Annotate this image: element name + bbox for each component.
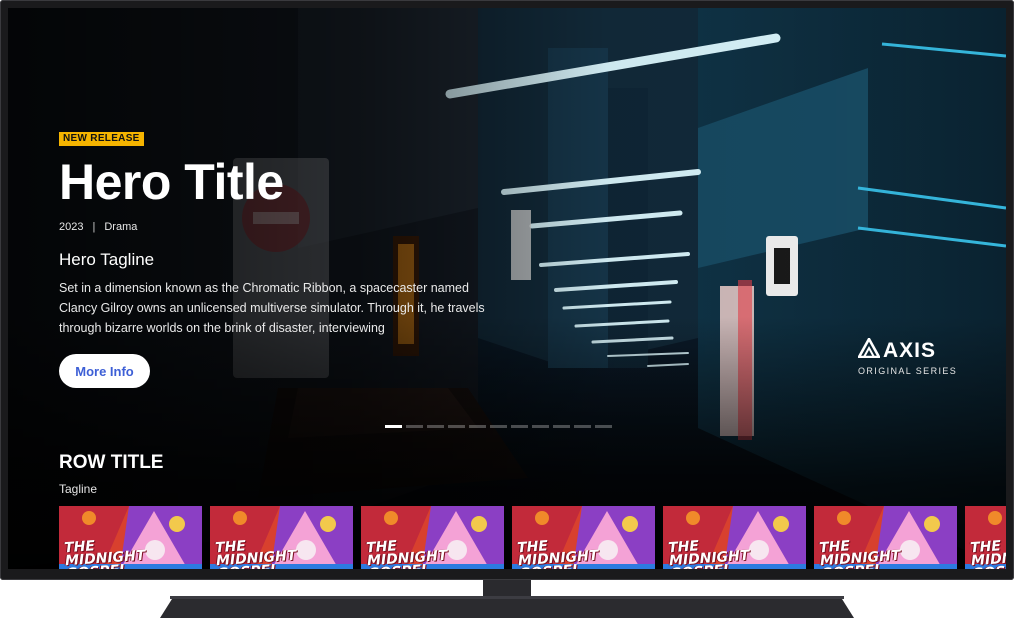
tile-title: The Midnight Gospel xyxy=(818,538,901,569)
axis-logo-icon xyxy=(857,337,881,363)
tv-stand-neck xyxy=(483,580,531,596)
tv-stand-base xyxy=(160,596,854,618)
pager-dot[interactable] xyxy=(490,425,507,428)
hero-genre: Drama xyxy=(104,221,138,233)
content-tile[interactable]: The Midnight Gospel xyxy=(512,506,655,569)
brand-name: AXIS xyxy=(883,338,937,362)
tile-title: The Midnight Gospel xyxy=(214,538,297,569)
row-title: ROW TITLE xyxy=(59,452,164,473)
hero-section: NEW RELEASE Hero Title 2023 | Drama Hero… xyxy=(59,128,509,388)
hero-description: Set in a dimension known as the Chromati… xyxy=(59,281,485,335)
pager-dot[interactable] xyxy=(385,425,402,428)
tile-title: The Midnight Gospel xyxy=(969,538,1006,569)
content-tile[interactable]: The Midnight Gospel xyxy=(965,506,1006,569)
content-tile[interactable]: The Midnight Gospel xyxy=(663,506,806,569)
tile-title: The Midnight Gospel xyxy=(365,538,448,569)
pager-dot[interactable] xyxy=(595,425,612,428)
pager-dot[interactable] xyxy=(469,425,486,428)
row-tiles: The Midnight Gospel The Midnight Gospel Th… xyxy=(59,506,1006,569)
row-tagline: Tagline xyxy=(59,482,98,496)
pager-dot[interactable] xyxy=(448,425,465,428)
tv-stand-base-edge xyxy=(170,596,844,599)
tile-title: The Midnight Gospel xyxy=(516,538,599,569)
tile-title: The Midnight Gospel xyxy=(63,538,146,569)
pager-dot[interactable] xyxy=(553,425,570,428)
content-tile[interactable]: The Midnight Gospel xyxy=(59,506,202,569)
new-release-badge: NEW RELEASE xyxy=(59,132,144,146)
pager-dot[interactable] xyxy=(427,425,444,428)
hero-year: 2023 xyxy=(59,221,84,233)
axis-original-series-logo: AXIS ORIGINAL SERIES xyxy=(857,337,958,376)
pager-dot[interactable] xyxy=(511,425,528,428)
tv-screen: NEW RELEASE Hero Title 2023 | Drama Hero… xyxy=(8,8,1006,569)
content-tile[interactable]: The Midnight Gospel xyxy=(814,506,957,569)
hero-tagline: Hero Tagline xyxy=(59,250,155,269)
pager-dot[interactable] xyxy=(574,425,591,428)
meta-separator: | xyxy=(92,221,96,233)
content-tile[interactable]: The Midnight Gospel xyxy=(361,506,504,569)
pager-dot[interactable] xyxy=(532,425,549,428)
brand-subtitle: ORIGINAL SERIES xyxy=(858,366,958,376)
hero-title: Hero Title xyxy=(59,154,284,210)
pager-dot[interactable] xyxy=(406,425,423,428)
more-info-button[interactable]: More Info xyxy=(59,354,150,388)
hero-meta: 2023 | Drama xyxy=(59,221,509,233)
tile-title: The Midnight Gospel xyxy=(667,538,750,569)
content-tile[interactable]: The Midnight Gospel xyxy=(210,506,353,569)
tv-frame: NEW RELEASE Hero Title 2023 | Drama Hero… xyxy=(0,0,1014,580)
hero-pagination xyxy=(385,425,612,428)
